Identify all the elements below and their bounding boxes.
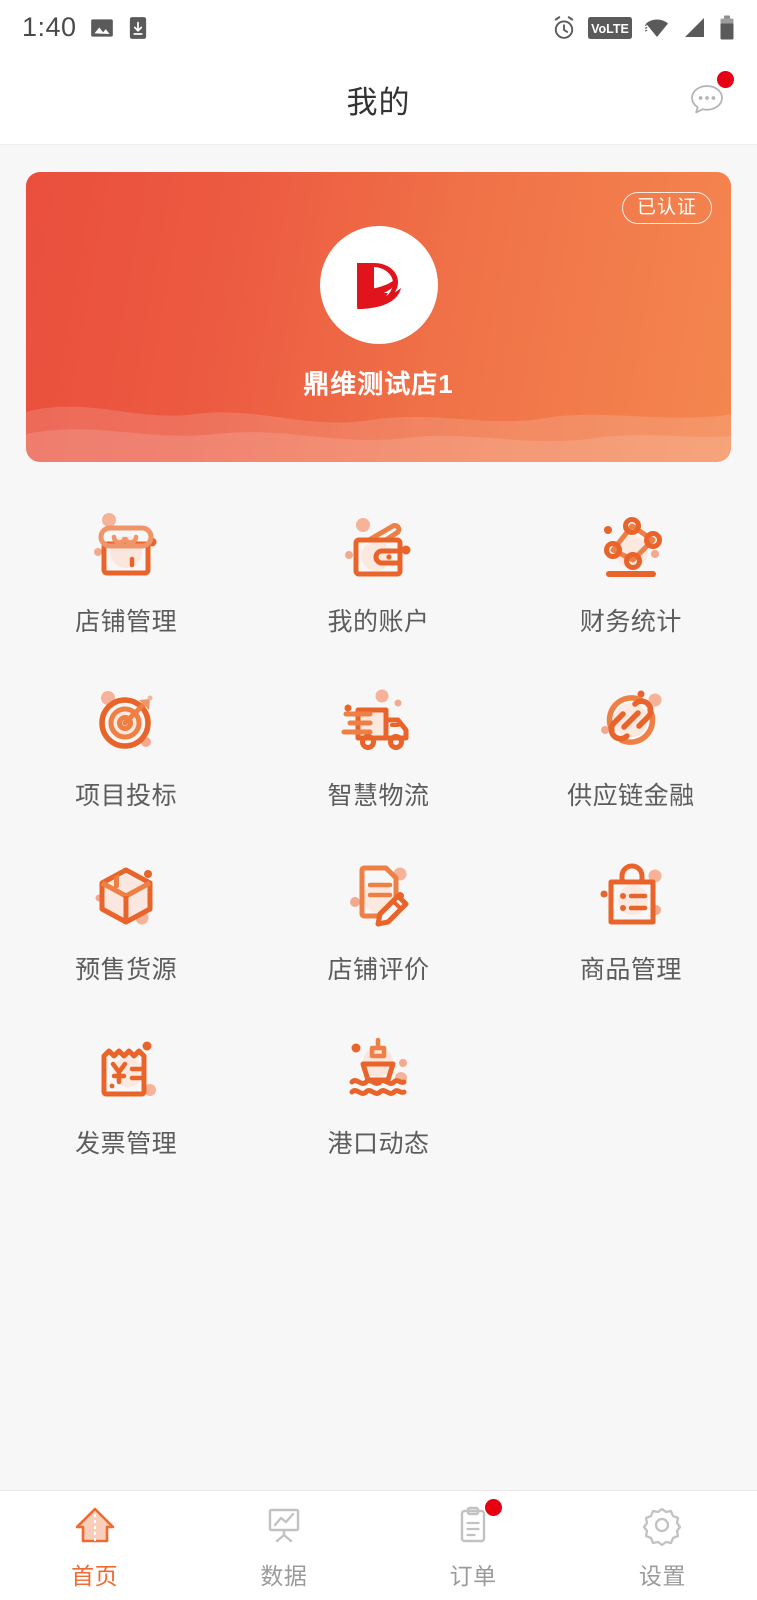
menu-item-label: 预售货源 — [75, 956, 178, 984]
status-badge: 已认证 — [621, 192, 712, 224]
document-pencil-icon — [350, 865, 409, 927]
menu-item-invoice-management[interactable]: 发票管理 — [0, 1004, 252, 1178]
menu-item-label: 港口动态 — [327, 1130, 430, 1158]
menu-item-financial-statistics[interactable]: 财务统计 — [505, 482, 757, 656]
volte-icon: VoLTE — [588, 16, 632, 39]
menu-item-label: 店铺评价 — [327, 956, 430, 984]
tab-label: 首页 — [71, 1562, 119, 1589]
svg-text:VoLTE: VoLTE — [591, 22, 629, 36]
download-icon — [129, 16, 146, 39]
company-logo — [356, 263, 401, 309]
chat-button[interactable] — [679, 70, 735, 128]
status-bar-time: 1:40 — [22, 12, 77, 42]
battery-icon — [720, 15, 734, 39]
line-chart-icon — [603, 517, 662, 577]
box-3d-icon — [95, 867, 153, 925]
status-bar: 1:40 VoLTE — [0, 0, 757, 55]
status-bar-right: VoLTE — [551, 15, 735, 41]
shop-profile-card[interactable]: 已认证 鼎维测试店1 — [26, 172, 731, 462]
menu-item-port-updates[interactable]: 港口动态 — [252, 1004, 504, 1178]
chat-notification-dot — [717, 70, 734, 88]
shopping-bag-icon — [600, 863, 662, 925]
tab-home[interactable]: 首页 — [0, 1501, 189, 1591]
chart-board-icon — [268, 1508, 300, 1542]
ship-waves-icon — [349, 1037, 408, 1096]
tab-label: 设置 — [638, 1562, 686, 1589]
gear-icon — [643, 1507, 682, 1546]
image-icon — [90, 18, 113, 37]
tab-label: 数据 — [260, 1562, 308, 1589]
menu-item-my-account[interactable]: 我的账户 — [252, 482, 504, 656]
menu-item-shop-reviews[interactable]: 店铺评价 — [252, 830, 504, 1004]
tab-orders-icon-wrapper — [449, 1498, 503, 1549]
home-icon — [75, 1507, 114, 1542]
chat-icon-wrapper — [684, 70, 734, 123]
shop-icon — [94, 513, 157, 576]
menu-item-smart-logistics[interactable]: 智慧物流 — [252, 656, 504, 830]
invoice-yuan-icon — [101, 1041, 157, 1097]
menu-item-label: 商品管理 — [579, 956, 682, 984]
tab-settings-icon-wrapper — [638, 1501, 686, 1549]
menu-item-presale-supply[interactable]: 预售货源 — [0, 830, 252, 1004]
shop-name: 鼎维测试店1 — [303, 369, 454, 399]
bottom-tab-bar: 首页 数据 订单 设置 — [0, 1490, 757, 1600]
target-arrow-icon — [99, 691, 153, 749]
page-title: 我的 — [346, 85, 411, 120]
menu-item-label: 供应链金融 — [567, 782, 695, 810]
menu-item-label: 我的账户 — [327, 608, 430, 636]
menu-item-label: 财务统计 — [579, 608, 682, 636]
tab-home-icon-wrapper — [71, 1501, 119, 1549]
menu-item-shop-management[interactable]: 店铺管理 — [0, 482, 252, 656]
menu-item-project-bidding[interactable]: 项目投标 — [0, 656, 252, 830]
status-bar-left: 1:40 — [22, 12, 149, 43]
tab-label: 订单 — [449, 1562, 497, 1589]
tab-settings[interactable]: 设置 — [568, 1501, 757, 1591]
delivery-truck-icon — [341, 689, 409, 750]
menu-item-label: 项目投标 — [75, 782, 178, 810]
menu-item-supply-chain-finance[interactable]: 供应链金融 — [505, 656, 757, 830]
tab-data-icon-wrapper — [260, 1501, 308, 1549]
menu-item-label: 店铺管理 — [75, 608, 178, 636]
avatar — [319, 226, 438, 344]
menu-item-label: 智慧物流 — [327, 782, 430, 810]
menu-item-product-management[interactable]: 商品管理 — [505, 830, 757, 1004]
page-header: 我的 — [0, 55, 757, 145]
main-content: 已认证 鼎维测试店1 店铺管理 我的账户 财务统计 项目投标 智慧物流 供应链金… — [0, 146, 757, 1490]
alarm-icon — [554, 15, 574, 39]
menu-grid: 店铺管理 我的账户 财务统计 项目投标 智慧物流 供应链金融 预售货源 店铺评价… — [0, 482, 757, 1178]
tab-orders[interactable]: 订单 — [379, 1498, 568, 1591]
signal-icon — [685, 17, 704, 37]
chain-link-icon — [600, 690, 662, 745]
orders-badge-dot — [485, 1498, 503, 1516]
wallet-icon — [345, 518, 411, 577]
wifi-icon — [644, 18, 668, 37]
tab-data[interactable]: 数据 — [189, 1501, 378, 1591]
menu-item-label: 发票管理 — [75, 1130, 178, 1158]
